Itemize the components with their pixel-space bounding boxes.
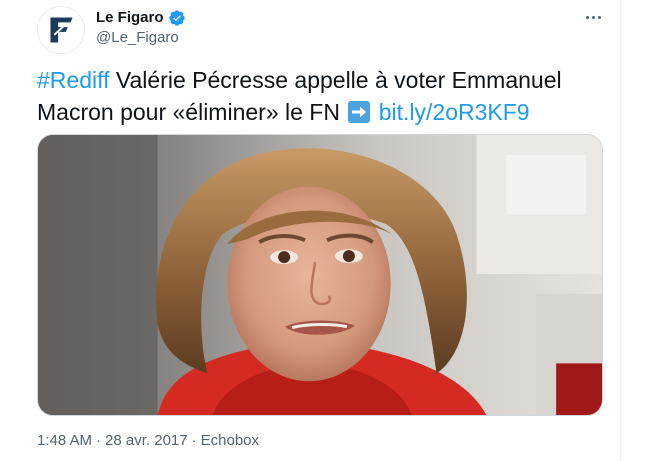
hashtag-link[interactable]: #Rediff (37, 67, 109, 93)
author-name[interactable]: Le Figaro (96, 8, 164, 28)
tweet-meta: 1:48 AM · 28 avr. 2017 · Echobox (37, 431, 259, 451)
avatar[interactable] (37, 6, 85, 54)
shortlink[interactable]: bit.ly/2oR3KF9 (379, 99, 530, 125)
right-arrow-emoji-icon (348, 101, 371, 123)
tweet-time[interactable]: 1:48 AM (37, 432, 92, 449)
le-figaro-logo-icon (38, 7, 84, 53)
portrait-photo (38, 135, 602, 415)
tweet-photo[interactable] (37, 134, 603, 416)
tweet-source: Echobox (200, 432, 259, 449)
column-divider (620, 0, 621, 461)
author-name-row[interactable]: Le Figaro (96, 8, 186, 28)
more-dot-icon (597, 15, 601, 19)
verified-badge-icon (168, 10, 185, 26)
tweet[interactable]: Le Figaro @Le_Figaro #Rediff Valérie Péc… (0, 0, 620, 461)
meta-separator: · (96, 432, 102, 449)
more-options-button[interactable] (580, 6, 606, 28)
meta-separator: · (191, 432, 197, 449)
more-dot-icon (585, 15, 589, 19)
tweet-text: #Rediff Valérie Pécresse appelle à voter… (37, 64, 607, 128)
tweet-date[interactable]: 28 avr. 2017 (105, 432, 188, 449)
more-dot-icon (591, 15, 595, 19)
author-handle[interactable]: @Le_Figaro (96, 28, 179, 48)
